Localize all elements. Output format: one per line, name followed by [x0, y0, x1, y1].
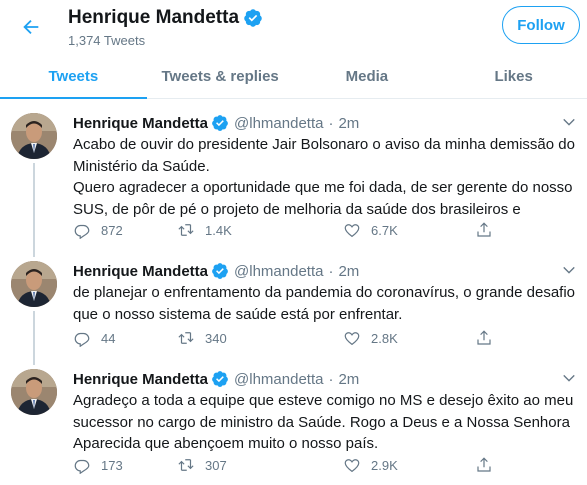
retweet-icon: [178, 332, 194, 344]
share-icon: [477, 222, 491, 237]
tweet[interactable]: Henrique Mandetta @lhmandetta · 2m de pl…: [0, 261, 587, 351]
verified-badge-icon: [211, 370, 229, 388]
retweet-icon: [178, 459, 194, 471]
tweet-author-name[interactable]: Henrique Mandetta: [73, 371, 208, 388]
retweet-icon: [178, 224, 194, 236]
like-count: 2.9K: [371, 457, 398, 473]
back-button[interactable]: [14, 10, 48, 44]
reply-count: 44: [101, 330, 116, 346]
tab-likes[interactable]: Likes: [440, 54, 587, 98]
tweet[interactable]: Henrique Mandetta @lhmandetta · 2m Agrad…: [0, 369, 587, 479]
separator-dot: ·: [328, 114, 334, 132]
reply-button[interactable]: 44: [73, 329, 115, 347]
like-button[interactable]: 2.9K: [343, 456, 398, 474]
retweet-count: 340: [205, 330, 227, 346]
tweet-author-name[interactable]: Henrique Mandetta: [73, 115, 208, 132]
tab-tweets-replies[interactable]: Tweets & replies: [147, 54, 294, 98]
tweet-actions: 173 307 2.9K: [73, 456, 493, 476]
avatar[interactable]: [11, 369, 57, 415]
tweet-menu-button[interactable]: [560, 369, 578, 387]
avatar[interactable]: [11, 261, 57, 307]
tweet-text: Acabo de ouvir do presidente Jair Bolson…: [73, 136, 575, 218]
reply-button[interactable]: 872: [73, 221, 123, 239]
reply-count: 173: [101, 457, 123, 473]
verified-badge-icon: [211, 262, 229, 280]
tab-media[interactable]: Media: [294, 54, 441, 98]
profile-name: Henrique Mandetta: [68, 7, 263, 29]
profile-name-text: Henrique Mandetta: [68, 7, 240, 28]
avatar[interactable]: [11, 113, 57, 159]
follow-button[interactable]: Follow: [502, 6, 580, 44]
reply-count: 872: [101, 222, 123, 238]
tweet-timestamp[interactable]: 2m: [338, 263, 359, 280]
like-button[interactable]: 6.7K: [343, 221, 398, 239]
share-button[interactable]: [475, 221, 493, 239]
avatar-photo-icon: [11, 113, 57, 159]
back-arrow-icon: [23, 19, 39, 35]
like-icon: [344, 459, 360, 473]
share-button[interactable]: [475, 456, 493, 474]
retweet-count: 307: [205, 457, 227, 473]
avatar-photo-icon: [11, 369, 57, 415]
tweet-menu-button[interactable]: [560, 261, 578, 279]
retweet-button[interactable]: 1.4K: [177, 221, 232, 239]
tweet-actions: 872 1.4K 6.7K: [73, 221, 493, 241]
like-button[interactable]: 2.8K: [343, 329, 398, 347]
share-icon: [477, 330, 491, 345]
avatar-photo-icon: [11, 261, 57, 307]
separator-dot: ·: [328, 262, 334, 280]
tweet-menu-button[interactable]: [560, 113, 578, 131]
reply-icon: [74, 224, 90, 239]
tweet-author-handle[interactable]: @lhmandetta: [234, 263, 323, 280]
chevron-down-icon: [563, 374, 575, 382]
retweet-button[interactable]: 307: [177, 456, 227, 474]
retweet-button[interactable]: 340: [177, 329, 227, 347]
separator-dot: ·: [328, 370, 334, 388]
tweet-timestamp[interactable]: 2m: [338, 371, 359, 388]
tweet-text: Agradeço a toda a equipe que esteve comi…: [73, 392, 574, 452]
tweet-header: Henrique Mandetta @lhmandetta · 2m: [73, 114, 359, 132]
tweet-author-handle[interactable]: @lhmandetta: [234, 371, 323, 388]
reply-icon: [74, 332, 90, 347]
tweet-author-handle[interactable]: @lhmandetta: [234, 115, 323, 132]
verified-badge-icon: [211, 114, 229, 132]
profile-header: Henrique Mandetta 1,374 Tweets Follow: [0, 0, 587, 54]
like-icon: [344, 224, 360, 238]
profile-tabs: Tweets Tweets & replies Media Likes: [0, 54, 587, 99]
tweet-header: Henrique Mandetta @lhmandetta · 2m: [73, 262, 359, 280]
reply-icon: [74, 459, 90, 474]
tweet-text: de planejar o enfrentamento da pandemia …: [73, 284, 576, 323]
tweet[interactable]: Henrique Mandetta @lhmandetta · 2m Acabo…: [0, 113, 587, 253]
tweet-timestamp[interactable]: 2m: [338, 115, 359, 132]
tab-tweets[interactable]: Tweets: [0, 54, 147, 99]
tweet-author-name[interactable]: Henrique Mandetta: [73, 263, 208, 280]
tweet-count: 1,374 Tweets: [68, 33, 146, 48]
like-count: 6.7K: [371, 222, 398, 238]
chevron-down-icon: [563, 118, 575, 126]
tweet-header: Henrique Mandetta @lhmandetta · 2m: [73, 370, 359, 388]
like-count: 2.8K: [371, 330, 398, 346]
verified-badge-icon: [243, 8, 263, 28]
share-button[interactable]: [475, 329, 493, 347]
reply-button[interactable]: 173: [73, 456, 123, 474]
retweet-count: 1.4K: [205, 222, 232, 238]
like-icon: [344, 332, 360, 346]
chevron-down-icon: [563, 266, 575, 274]
tweet-actions: 44 340 2.8K: [73, 329, 493, 349]
share-icon: [477, 457, 491, 472]
